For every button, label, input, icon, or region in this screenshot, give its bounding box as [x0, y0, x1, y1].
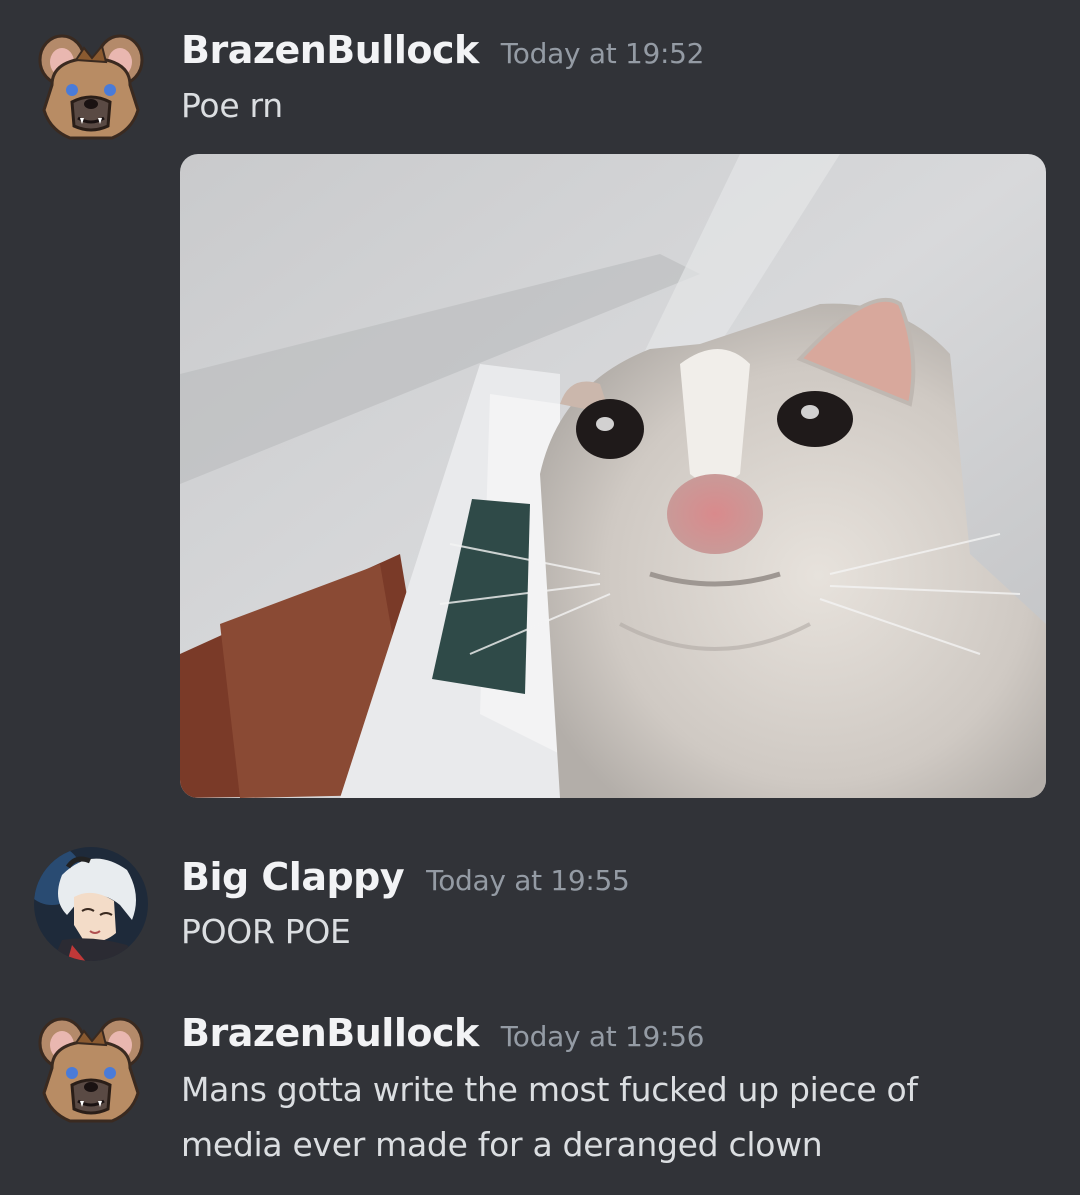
timestamp: Today at 19:56: [500, 1020, 705, 1053]
crying-cat-image: [180, 154, 1046, 798]
anime-avatar-icon: [34, 847, 148, 961]
avatar[interactable]: [32, 1013, 150, 1131]
message-header: Big Clappy Today at 19:55: [181, 855, 630, 899]
message-header: BrazenBullock Today at 19:52: [181, 28, 704, 72]
avatar[interactable]: [32, 30, 150, 148]
timestamp: Today at 19:52: [500, 37, 705, 70]
message-text: Mans gotta write the most fucked up piec…: [181, 1070, 918, 1164]
hyena-avatar-icon: [38, 34, 144, 140]
avatar[interactable]: [32, 845, 150, 963]
hyena-avatar-icon: [38, 1017, 144, 1123]
username[interactable]: BrazenBullock: [181, 1011, 479, 1055]
username[interactable]: BrazenBullock: [181, 28, 479, 72]
image-attachment[interactable]: [180, 154, 1046, 798]
message-text: POOR POE: [181, 912, 351, 951]
username[interactable]: Big Clappy: [181, 855, 405, 899]
message-header: BrazenBullock Today at 19:56: [181, 1011, 704, 1055]
message-text: Poe rn: [181, 86, 283, 125]
timestamp: Today at 19:55: [426, 864, 630, 897]
